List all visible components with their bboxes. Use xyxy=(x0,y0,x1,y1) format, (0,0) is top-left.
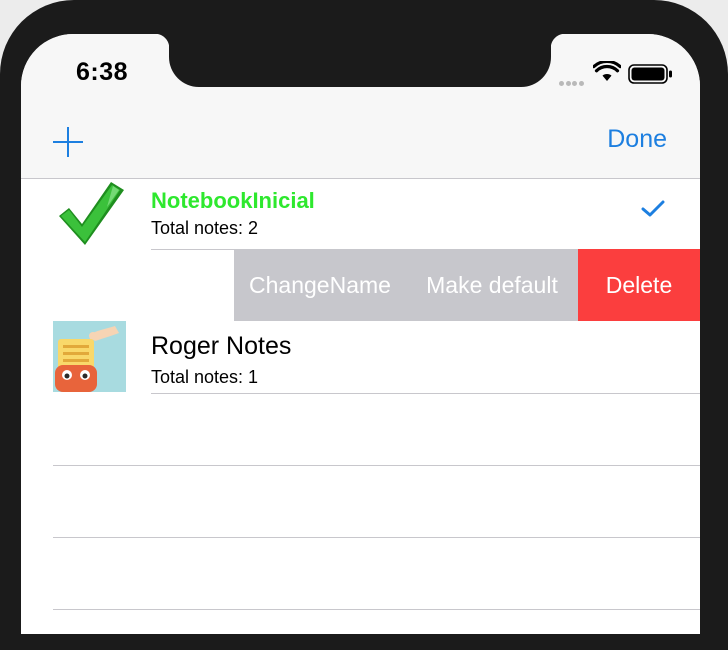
delete-action-button[interactable]: Delete xyxy=(578,249,700,321)
notebook-title: Roger Notes xyxy=(151,332,292,360)
cellular-signal-icon xyxy=(559,73,585,91)
status-time: 6:38 xyxy=(76,58,129,86)
wifi-icon xyxy=(593,61,621,81)
camera-notch xyxy=(155,34,565,87)
notebook-title: NotebookInicial xyxy=(151,188,315,213)
notes-robot-thumbnail xyxy=(53,321,126,392)
add-notebook-button[interactable] xyxy=(53,127,83,157)
notebook-row[interactable]: NotebookInicial Total notes: 2 xyxy=(21,179,700,250)
navigation-bar: Done xyxy=(21,120,700,179)
make-default-action-button[interactable]: Make default xyxy=(406,249,578,321)
done-button[interactable]: Done xyxy=(607,125,667,154)
row-separator xyxy=(151,393,700,394)
row-separator xyxy=(53,537,700,538)
phone-screen: 6:38 Done NotebookInicial Total notes: 2 xyxy=(21,34,700,634)
notebook-note-count: Total notes: 1 xyxy=(151,367,259,387)
notebook-row[interactable]: Roger Notes Total notes: 1 xyxy=(21,321,700,392)
row-separator xyxy=(53,465,700,466)
battery-icon xyxy=(628,64,672,84)
change-name-action-button[interactable]: ChangeName xyxy=(234,249,406,321)
green-checkmark-icon xyxy=(59,182,124,245)
notebook-note-count: Total notes: 2 xyxy=(151,218,259,238)
swiped-row: ChangeName Make default Delete xyxy=(21,249,700,321)
selected-checkmark-icon xyxy=(641,200,665,217)
